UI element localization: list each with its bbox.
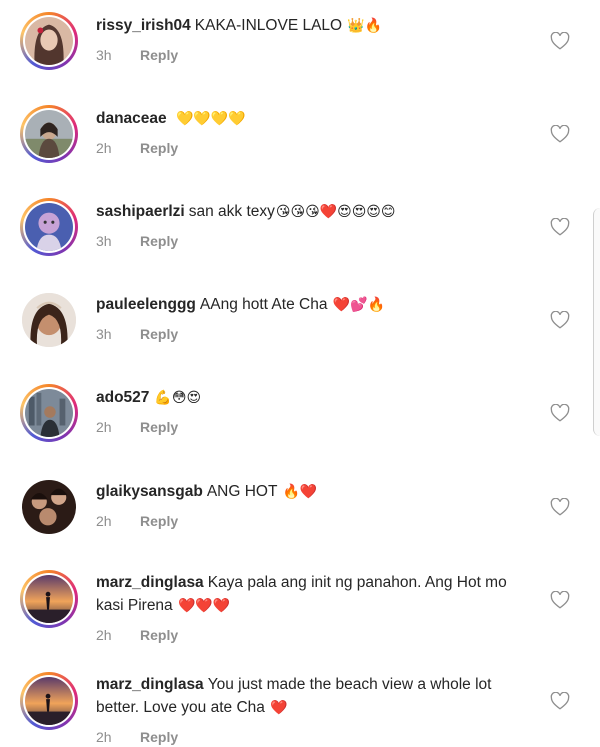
avatar-wrapper[interactable]: [22, 293, 76, 347]
username[interactable]: danaceae: [96, 110, 167, 127]
reply-button[interactable]: Reply: [140, 627, 178, 643]
comment-text: ado527 💪😳😍: [96, 386, 536, 409]
emoji: 👑🔥: [347, 17, 383, 33]
avatar-story-ring[interactable]: [20, 570, 78, 628]
timestamp: 2h: [96, 627, 112, 643]
reply-button[interactable]: Reply: [140, 513, 178, 529]
avatar[interactable]: [22, 293, 76, 347]
comment-text: danaceae 💛💛💛💛: [96, 107, 536, 130]
avatar-story-ring[interactable]: [20, 198, 78, 256]
username[interactable]: pauleelenggg: [96, 296, 196, 313]
comment-text: marz_dinglasa Kaya pala ang init ng panah…: [96, 574, 507, 614]
timestamp: 3h: [96, 47, 112, 63]
reply-button[interactable]: Reply: [140, 419, 178, 435]
comment-text: sashipaerlzi san akk texy😘😘😘❤️😍😍😍😊: [96, 203, 396, 220]
reply-button[interactable]: Reply: [140, 729, 178, 745]
avatar-story-ring[interactable]: [20, 384, 78, 442]
emoji: ❤️: [270, 699, 288, 715]
timestamp: 3h: [96, 326, 112, 342]
emoji: 🔥❤️: [282, 483, 318, 499]
emoji: ❤️💕🔥: [332, 296, 386, 312]
comment-meta: 3h Reply: [96, 233, 536, 249]
avatar[interactable]: [25, 203, 73, 251]
comment-text: glaikysansgab ANG HOT 🔥❤️: [96, 483, 318, 500]
avatar-wrapper[interactable]: [22, 480, 76, 534]
avatar[interactable]: [25, 677, 73, 725]
avatar[interactable]: [25, 110, 73, 158]
heart-icon[interactable]: [550, 125, 570, 143]
timestamp: 3h: [96, 233, 112, 249]
username[interactable]: marz_dinglasa: [96, 676, 204, 693]
username[interactable]: rissy_irish04: [96, 17, 191, 34]
emoji: ❤️❤️❤️: [178, 597, 231, 613]
emoji: 😘😘😘❤️😍😍😍😊: [275, 203, 396, 219]
avatar[interactable]: [25, 17, 73, 65]
heart-icon[interactable]: [550, 498, 570, 516]
username[interactable]: glaikysansgab: [96, 483, 203, 500]
heart-icon[interactable]: [550, 311, 570, 329]
username[interactable]: sashipaerlzi: [96, 203, 185, 220]
heart-icon[interactable]: [550, 591, 570, 609]
reply-button[interactable]: Reply: [140, 326, 178, 342]
timestamp: 2h: [96, 513, 112, 529]
comment-meta: 2h Reply: [96, 627, 536, 643]
timestamp: 2h: [96, 419, 112, 435]
comment-meta: 2h Reply: [96, 513, 536, 529]
comment-meta: 3h Reply: [96, 326, 536, 342]
reply-button[interactable]: Reply: [140, 233, 178, 249]
timestamp: 2h: [96, 729, 112, 745]
username[interactable]: ado527: [96, 389, 149, 406]
username[interactable]: marz_dinglasa: [96, 574, 204, 591]
heart-icon[interactable]: [550, 692, 570, 710]
avatar[interactable]: [25, 389, 73, 437]
comment-meta: 2h Reply: [96, 140, 536, 156]
reply-button[interactable]: Reply: [140, 140, 178, 156]
timestamp: 2h: [96, 140, 112, 156]
scroll-indicator[interactable]: [593, 208, 600, 436]
emoji: 💪😳😍: [154, 389, 202, 405]
avatar-story-ring[interactable]: [20, 12, 78, 70]
avatar-story-ring[interactable]: [20, 105, 78, 163]
heart-icon[interactable]: [550, 218, 570, 236]
comment-text: rissy_irish04 KAKA-INLOVE LALO 👑🔥: [96, 17, 383, 34]
comment-meta: 2h Reply: [96, 729, 536, 745]
comment-meta: 3h Reply: [96, 47, 536, 63]
heart-icon[interactable]: [550, 404, 570, 422]
avatar[interactable]: [25, 575, 73, 623]
comment-text: marz_dinglasa You just made the beach vie…: [96, 676, 492, 716]
emoji: 💛💛💛💛: [175, 110, 246, 126]
heart-icon[interactable]: [550, 32, 570, 50]
reply-button[interactable]: Reply: [140, 47, 178, 63]
avatar[interactable]: [22, 480, 76, 534]
comment-text: pauleelenggg AAng hott Ate Cha ❤️💕🔥: [96, 296, 386, 313]
comment-meta: 2h Reply: [96, 419, 536, 435]
avatar-story-ring[interactable]: [20, 672, 78, 730]
